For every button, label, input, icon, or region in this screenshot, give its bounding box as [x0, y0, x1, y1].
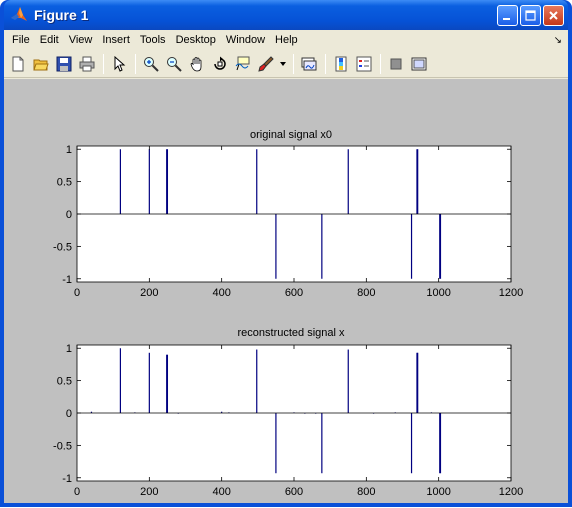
toolbar-separator	[380, 53, 381, 74]
pan-button[interactable]	[186, 53, 208, 75]
y-tick-label: -1	[62, 473, 72, 485]
y-tick-label: 1	[66, 343, 72, 355]
new-figure-icon	[12, 56, 24, 71]
save-button[interactable]	[53, 53, 75, 75]
minimize-button[interactable]	[497, 4, 518, 26]
zoom-out-button[interactable]	[163, 53, 185, 75]
plots-svg: original signal x0 0 200 400 600 800 1000 1200…	[53, 129, 523, 498]
menu-help[interactable]: Help	[271, 34, 304, 46]
hide-plot-tools-button[interactable]	[385, 53, 407, 75]
x-tick-label: 400	[212, 287, 230, 299]
y-tick-label: 0.5	[57, 177, 72, 189]
pan-hand-icon	[190, 56, 202, 71]
open-file-button[interactable]	[30, 53, 52, 75]
toolbar-separator	[103, 53, 104, 74]
axes-reconstructed-signal[interactable]: reconstructed signal x 0 200 400 600 800 1000…	[53, 327, 523, 498]
close-button[interactable]	[543, 4, 564, 26]
axes-title: original signal x0	[250, 129, 332, 141]
data-cursor-icon	[235, 56, 250, 70]
x-tick-label: 1200	[499, 287, 523, 299]
zoom-in-icon	[144, 56, 159, 72]
maximize-icon	[525, 9, 536, 21]
print-button[interactable]	[76, 53, 98, 75]
title-bar[interactable]: Figure 1	[4, 0, 568, 30]
x-tick-label: 200	[140, 486, 158, 498]
toolbar-separator	[325, 53, 326, 74]
toolbar-separator	[293, 53, 294, 74]
menubar-dock-arrow-icon[interactable]: ↘	[554, 35, 562, 46]
maximize-button[interactable]	[520, 4, 541, 26]
open-file-icon	[33, 59, 49, 70]
x-tick-label: 200	[140, 287, 158, 299]
y-tick-label: 0	[66, 408, 72, 420]
y-tick-label: -0.5	[53, 241, 72, 253]
figure-canvas[interactable]: original signal x0 0 200 400 600 800 1000 1200…	[4, 79, 568, 503]
matlab-logo-icon	[11, 7, 27, 21]
x-tick-label: 1200	[499, 486, 523, 498]
show-plot-tools-icon	[411, 57, 427, 70]
menu-file[interactable]: File	[8, 34, 36, 46]
x-tick-label: 800	[357, 287, 375, 299]
figure-window: Figure 1 File Edit View Insert Tools Des…	[0, 0, 572, 507]
axes-title: reconstructed signal x	[238, 327, 345, 339]
y-tick-label: 0	[66, 209, 72, 221]
menu-insert[interactable]: Insert	[98, 34, 136, 46]
link-plot-icon	[301, 57, 317, 70]
insert-legend-button[interactable]	[353, 53, 375, 75]
menu-tools[interactable]: Tools	[136, 34, 172, 46]
menu-window[interactable]: Window	[222, 34, 271, 46]
insert-colorbar-button[interactable]	[330, 53, 352, 75]
brush-icon	[258, 55, 274, 72]
minimize-icon	[503, 17, 510, 20]
x-tick-label: 0	[74, 287, 80, 299]
figure-toolbar	[4, 50, 568, 78]
insert-legend-icon	[356, 56, 372, 71]
edit-plot-button[interactable]	[108, 53, 130, 75]
x-tick-label: 800	[357, 486, 375, 498]
menu-edit[interactable]: Edit	[36, 34, 65, 46]
insert-colorbar-icon	[335, 56, 347, 71]
x-tick-label: 0	[74, 486, 80, 498]
edit-plot-arrow-icon	[114, 55, 126, 72]
rotate-3d-button[interactable]	[209, 53, 231, 75]
close-icon	[549, 10, 558, 20]
zoom-in-button[interactable]	[140, 53, 162, 75]
rotate-3d-icon	[214, 56, 226, 70]
brush-button[interactable]	[255, 53, 277, 75]
window-title: Figure 1	[34, 7, 89, 23]
show-plot-tools-button[interactable]	[408, 53, 430, 75]
print-icon	[79, 56, 95, 71]
menu-desktop[interactable]: Desktop	[172, 34, 222, 46]
save-icon	[56, 56, 72, 71]
x-tick-label: 1000	[426, 486, 450, 498]
brush-dropdown-button[interactable]	[278, 53, 288, 75]
toolbar-separator	[135, 53, 136, 74]
x-tick-label: 600	[285, 287, 303, 299]
menu-bar: File Edit View Insert Tools Desktop Wind…	[4, 30, 568, 50]
axes-original-signal[interactable]: original signal x0 0 200 400 600 800 1000 1200…	[53, 129, 523, 299]
hide-plot-tools-icon	[390, 58, 402, 69]
x-tick-label: 600	[285, 486, 303, 498]
y-tick-label: 0.5	[57, 376, 72, 388]
x-tick-label: 400	[212, 486, 230, 498]
y-tick-label: -0.5	[53, 440, 72, 452]
data-cursor-button[interactable]	[232, 53, 254, 75]
x-tick-label: 1000	[426, 287, 450, 299]
menu-view[interactable]: View	[65, 34, 99, 46]
y-tick-label: 1	[66, 144, 72, 156]
new-figure-button[interactable]	[7, 53, 29, 75]
link-plot-button[interactable]	[298, 53, 320, 75]
zoom-out-icon	[167, 56, 182, 72]
brush-dropdown-icon	[280, 61, 286, 66]
window-client: File Edit View Insert Tools Desktop Wind…	[4, 30, 568, 503]
y-tick-label: -1	[62, 274, 72, 286]
